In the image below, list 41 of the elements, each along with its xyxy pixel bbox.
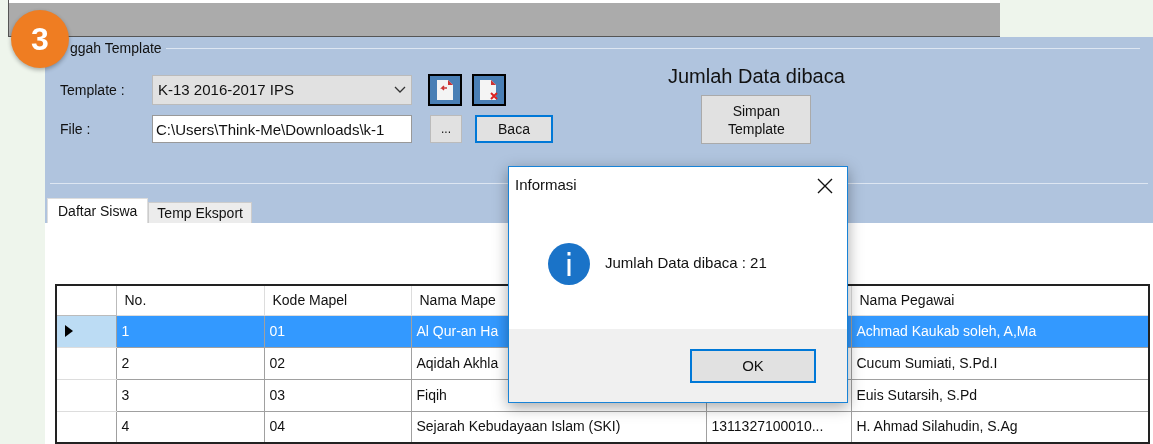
- table-cell: Sejarah Kebudayaan Islam (SKI): [411, 411, 706, 443]
- table-cell: 1311327100010...: [706, 411, 851, 443]
- table-cell: 04: [264, 411, 411, 443]
- current-row-icon: [65, 325, 73, 337]
- table-cell: Cucum Sumiati, S.Pd.I: [851, 347, 1149, 379]
- group-title: ggah Template: [70, 39, 162, 58]
- table-cell: 2: [116, 347, 264, 379]
- document-delete-icon: [479, 79, 499, 101]
- reload-file-button[interactable]: [428, 74, 462, 106]
- chevron-down-icon: [394, 86, 406, 94]
- table-cell: 1: [116, 315, 264, 347]
- row-header[interactable]: [56, 411, 116, 443]
- template-dropdown[interactable]: K-13 2016-2017 IPS: [152, 75, 412, 105]
- dialog-title: Informasi: [515, 175, 577, 196]
- ok-button[interactable]: OK: [690, 349, 816, 383]
- table-cell: H. Ahmad Silahudin, S.Ag: [851, 411, 1149, 443]
- column-header[interactable]: No.: [116, 285, 264, 315]
- table-cell: 01: [264, 315, 411, 347]
- delete-file-button[interactable]: [472, 74, 506, 106]
- row-header[interactable]: [56, 315, 116, 347]
- read-count-label: Jumlah Data dibaca: [668, 64, 845, 89]
- save-template-button[interactable]: Simpan Template: [701, 95, 812, 144]
- close-icon[interactable]: [817, 177, 833, 194]
- table-cell: 4: [116, 411, 264, 443]
- table-cell: Euis Sutarsih, S.Pd: [851, 379, 1149, 411]
- read-button[interactable]: Baca: [475, 115, 553, 143]
- table-cell: 03: [264, 379, 411, 411]
- file-label: File :: [59, 119, 92, 139]
- dialog-message: Jumlah Data dibaca : 21: [605, 253, 767, 274]
- browse-button[interactable]: ...: [430, 115, 462, 143]
- tab[interactable]: Temp Eksport: [148, 202, 252, 223]
- tab[interactable]: Daftar Siswa: [47, 198, 149, 223]
- template-label: Template :: [59, 80, 126, 100]
- table-cell: Achmad Kaukab soleh, A,Ma: [851, 315, 1149, 347]
- table-cell: 02: [264, 347, 411, 379]
- column-header[interactable]: Kode Mapel: [264, 285, 411, 315]
- info-icon: [547, 241, 591, 286]
- table-cell: 3: [116, 379, 264, 411]
- document-icon: [436, 79, 454, 101]
- column-header[interactable]: Nama Pegawai: [851, 285, 1149, 315]
- file-path-field[interactable]: C:\Users\Think-Me\Downloads\k-1: [152, 115, 412, 143]
